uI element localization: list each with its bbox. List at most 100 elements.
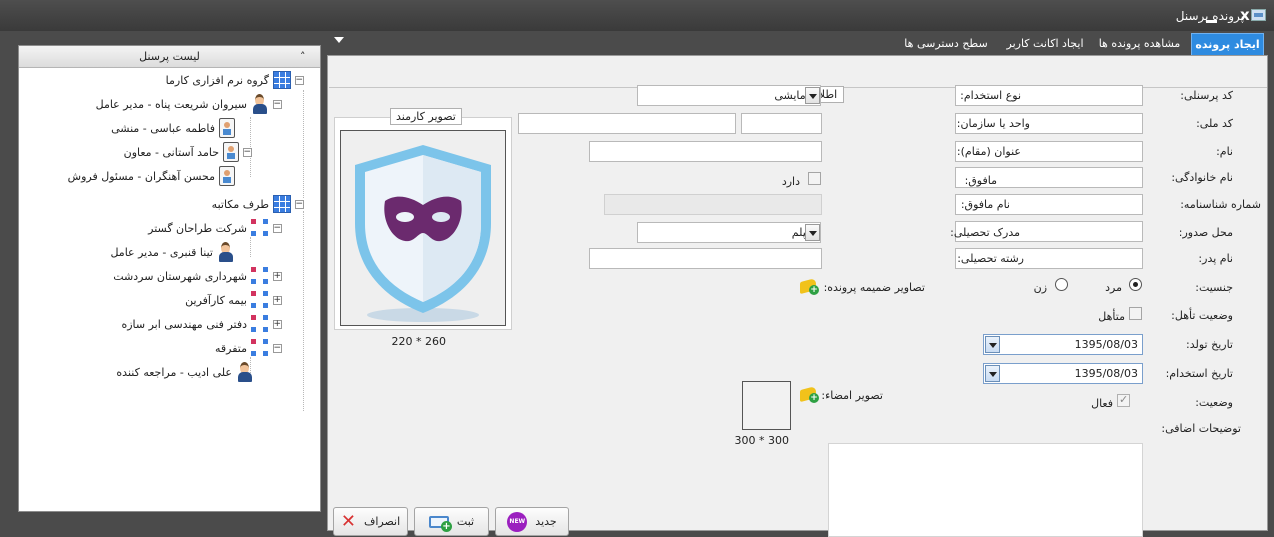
save-button-label: ثبت <box>456 515 475 528</box>
unit-name-input[interactable] <box>518 113 736 134</box>
tree-item-label: سیروان شریعت پناه - مدیر عامل <box>95 97 247 111</box>
gender-female-radio[interactable] <box>1055 278 1068 291</box>
education-label: مدرک تحصیلی: <box>950 226 1020 239</box>
education-select[interactable]: دیپلم <box>637 222 821 243</box>
user-icon <box>236 361 254 383</box>
tree-item[interactable]: فاطمه عباسی - منشی <box>111 117 235 139</box>
notes-textarea[interactable] <box>828 443 1143 537</box>
supervisor-label: مافوق: <box>964 174 997 187</box>
org-icon <box>251 291 269 309</box>
app-window-icon <box>1251 9 1266 21</box>
grid-icon <box>273 71 291 89</box>
close-window-button[interactable]: x <box>1240 6 1250 24</box>
tree-item[interactable]: − گروه نرم افزاری کارما <box>166 69 304 91</box>
chevron-down-icon[interactable] <box>805 87 820 104</box>
birth-date-picker[interactable]: 1395/08/03 <box>983 334 1143 355</box>
badge-icon <box>219 166 235 186</box>
add-signature-icon[interactable]: + <box>800 385 820 403</box>
tree-expander[interactable]: − <box>273 343 282 353</box>
tree-item[interactable]: − سیروان شریعت پناه - مدیر عامل <box>96 93 282 115</box>
personnel-code-label: کد پرسنلی: <box>1180 89 1233 102</box>
hire-date-picker[interactable]: 1395/08/03 <box>983 363 1143 384</box>
supervisor-name-label: نام مافوق: <box>960 198 1010 211</box>
close-icon: ✕ <box>340 510 356 532</box>
collapse-panel-icon[interactable]: ˄ <box>300 46 306 68</box>
employee-photo-title: تصویر کارمند <box>390 108 462 125</box>
birth-date-value: 1395/08/03 <box>1074 338 1138 351</box>
tree-expander[interactable]: − <box>243 147 252 157</box>
minimize-button[interactable] <box>1206 9 1217 23</box>
tree-item[interactable]: علی ادیب - مراجعه کننده <box>116 361 254 383</box>
chevron-down-icon[interactable] <box>805 224 820 241</box>
father-name-label: نام پدر: <box>1198 252 1233 265</box>
org-icon <box>251 339 269 357</box>
org-icon <box>251 315 269 333</box>
personnel-list-panel: لیست پرسنل ˄ − گروه نرم افزاری کارما − س… <box>18 45 321 512</box>
tree-item[interactable]: + دفتر فنی مهندسی ابر سازه <box>121 313 282 335</box>
tree-expander[interactable]: + <box>273 295 282 305</box>
field-input[interactable] <box>589 248 822 269</box>
tree-item-label: فاطمه عباسی - منشی <box>111 121 215 135</box>
badge-icon <box>223 142 239 162</box>
status-label: وضعیت: <box>1195 396 1233 409</box>
org-icon <box>251 267 269 285</box>
tree-item[interactable]: + بیمه کارآفرین <box>185 289 282 311</box>
married-checkbox[interactable] <box>1129 307 1142 320</box>
new-button-label: جدید <box>535 515 557 528</box>
tree-item-label: حامد آستانی - معاون <box>123 145 219 159</box>
tree-item[interactable]: + شهرداری شهرستان سردشت <box>113 265 282 287</box>
tree-item-label: تینا قنبری - مدیر عامل <box>110 245 213 259</box>
org-icon <box>251 219 269 237</box>
new-badge-icon: NEW <box>507 511 528 532</box>
tab-view-files[interactable]: مشاهده پرونده ها <box>1092 33 1187 55</box>
tree-item-label: شرکت طراحان گستر <box>148 221 247 235</box>
chevron-down-icon[interactable] <box>334 37 344 43</box>
gender-label: جنسیت: <box>1195 281 1233 294</box>
tree-expander[interactable]: − <box>295 199 304 209</box>
tree-expander[interactable]: − <box>273 99 282 109</box>
user-icon <box>251 93 269 115</box>
tree-item-label: علی ادیب - مراجعه کننده <box>116 365 232 379</box>
job-title-input[interactable] <box>589 141 822 162</box>
tree-item[interactable]: − شرکت طراحان گستر <box>148 217 282 239</box>
employment-type-label: نوع استخدام: <box>960 89 1021 102</box>
tree-item-label: طرف مکاتبه <box>211 197 269 211</box>
tree-item[interactable]: − حامد آستانی - معاون <box>124 141 252 163</box>
birth-date-label: تاریخ تولد: <box>1186 338 1233 351</box>
cancel-button-label: انصراف <box>363 515 401 528</box>
add-attachment-icon[interactable]: + <box>800 277 820 295</box>
employee-photo[interactable] <box>340 130 506 326</box>
main-area: ایجاد پرونده مشاهده پرونده ها ایجاد اکان… <box>326 31 1274 537</box>
gender-male-radio[interactable] <box>1129 278 1142 291</box>
calendar-dropdown-icon[interactable] <box>985 365 1000 382</box>
tree-item[interactable]: − متفرقه <box>215 337 282 359</box>
calendar-dropdown-icon[interactable] <box>985 336 1000 353</box>
field-label: رشته تحصیلی: <box>957 252 1024 265</box>
employment-type-select[interactable]: آزمایشی <box>637 85 821 106</box>
tree-expander[interactable]: + <box>273 271 282 281</box>
tree-expander[interactable]: − <box>295 75 304 85</box>
grid-icon <box>273 195 291 213</box>
badge-icon <box>219 118 235 138</box>
gender-female-label: زن <box>1033 281 1047 294</box>
signature-image[interactable] <box>742 381 791 430</box>
tree-item[interactable]: − طرف مکاتبه <box>212 193 304 215</box>
active-checkbox[interactable] <box>1117 393 1130 407</box>
notes-label: توضیحات اضافی: <box>1161 422 1241 435</box>
tree-item[interactable]: محسن آهنگران - مسئول فروش <box>68 165 235 187</box>
id-number-label: شماره شناسنامه: <box>1180 198 1261 211</box>
tree-expander[interactable]: + <box>273 319 282 329</box>
tree-item-label: بیمه کارآفرین <box>185 293 247 307</box>
tab-create-account[interactable]: ایجاد اکانت کاربر <box>1000 33 1090 55</box>
tab-create-file[interactable]: ایجاد پرونده <box>1191 33 1264 55</box>
has-supervisor-checkbox[interactable] <box>808 172 821 185</box>
supervisor-name-input <box>604 194 822 215</box>
signature-label: تصویر امضاء: <box>821 389 883 402</box>
unit-code-input[interactable] <box>741 113 822 134</box>
tree-expander[interactable]: − <box>273 223 282 233</box>
user-icon <box>217 241 235 263</box>
tree-item[interactable]: تینا قنبری - مدیر عامل <box>110 241 235 263</box>
tab-access-levels[interactable]: سطح دسترسی ها <box>896 33 996 55</box>
title-bar: پرونده پرسنل x <box>0 0 1274 31</box>
tree-line <box>303 211 304 411</box>
